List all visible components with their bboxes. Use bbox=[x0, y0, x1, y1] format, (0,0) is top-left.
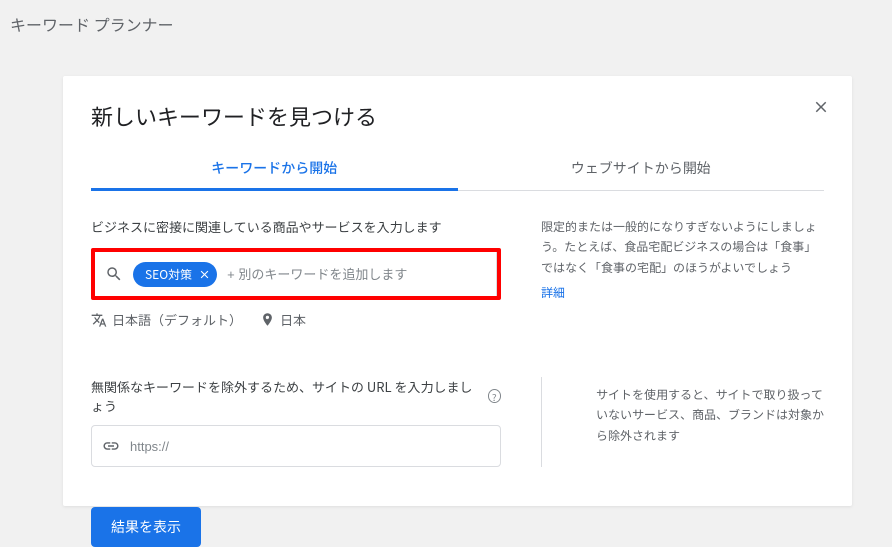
help-tooltip-button[interactable]: ? bbox=[488, 389, 502, 403]
search-icon bbox=[105, 265, 123, 283]
vertical-divider bbox=[541, 377, 542, 467]
close-icon bbox=[812, 98, 830, 116]
translate-icon bbox=[91, 312, 107, 328]
url-input[interactable] bbox=[130, 439, 490, 454]
close-button[interactable] bbox=[812, 98, 830, 116]
close-icon bbox=[198, 268, 211, 281]
keyword-help-text: 限定的または一般的になりすぎないようにしましょう。たとえば、食品宅配ビジネスの場… bbox=[541, 217, 824, 278]
help-icon: ? bbox=[492, 389, 497, 404]
location-label: 日本 bbox=[280, 310, 306, 329]
chip-remove-button[interactable] bbox=[198, 268, 211, 281]
keyword-input-container[interactable]: SEO対策 bbox=[95, 252, 497, 296]
language-selector[interactable]: 日本語（デフォルト） bbox=[91, 310, 242, 329]
dialog-title: 新しいキーワードを見つける bbox=[91, 100, 824, 132]
url-input-container[interactable] bbox=[91, 425, 501, 467]
app-title: キーワード プランナー bbox=[0, 0, 892, 36]
url-section-label: 無関係なキーワードを除外するため、サイトの URL を入力しましょう bbox=[91, 377, 482, 415]
tab-website-start[interactable]: ウェブサイトから開始 bbox=[458, 148, 825, 190]
location-selector[interactable]: 日本 bbox=[260, 310, 306, 329]
keyword-help-link[interactable]: 詳細 bbox=[541, 284, 565, 301]
link-icon bbox=[102, 437, 120, 455]
keyword-chip[interactable]: SEO対策 bbox=[133, 262, 217, 287]
location-icon bbox=[260, 312, 275, 327]
keyword-planner-dialog: 新しいキーワードを見つける キーワードから開始 ウェブサイトから開始 ビジネスに… bbox=[63, 76, 852, 506]
tabs: キーワードから開始 ウェブサイトから開始 bbox=[91, 148, 824, 191]
tab-keyword-start[interactable]: キーワードから開始 bbox=[91, 148, 458, 190]
keyword-input[interactable] bbox=[227, 267, 488, 282]
keyword-input-highlight: SEO対策 bbox=[91, 248, 501, 300]
url-help-text: サイトを使用すると、サイトで取り扱っていないサービス、商品、ブランドは対象から除… bbox=[596, 385, 824, 446]
language-label: 日本語（デフォルト） bbox=[112, 310, 242, 329]
keyword-chip-label: SEO対策 bbox=[145, 266, 192, 283]
show-results-button[interactable]: 結果を表示 bbox=[91, 507, 201, 547]
keyword-section-label: ビジネスに密接に関連している商品やサービスを入力します bbox=[91, 217, 501, 236]
